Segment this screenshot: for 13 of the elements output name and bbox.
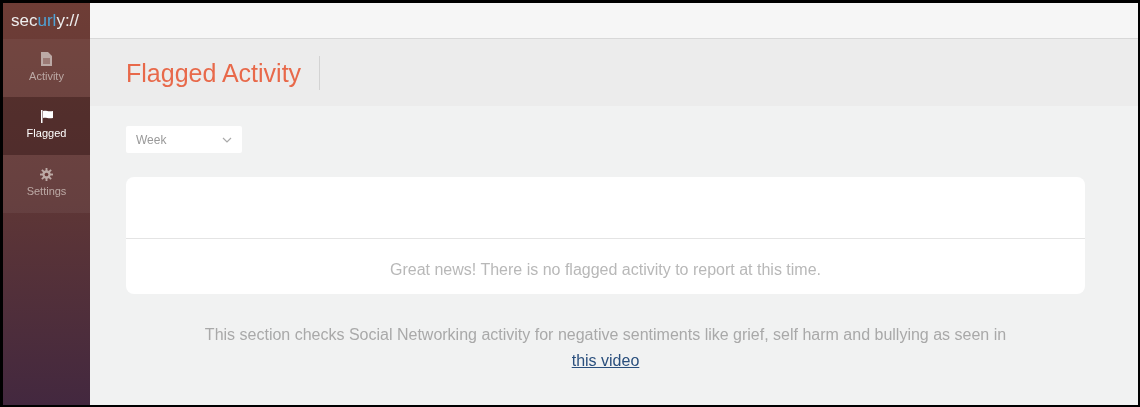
- flag-icon: [39, 110, 54, 124]
- empty-message: Great news! There is no flagged activity to report at this time.: [389, 260, 822, 280]
- sidebar-item[interactable]: Activity: [3, 39, 90, 97]
- video-link[interactable]: this video: [571, 352, 640, 369]
- sidebar-item[interactable]: Settings: [3, 155, 90, 213]
- chevron-down-icon: [222, 136, 232, 143]
- info-text: This section checks Social Networking activity for negative sentiments like grief, self harm and bullying as seen in this video: [203, 325, 1008, 371]
- period-dropdown[interactable]: Week: [126, 126, 242, 153]
- sidebar-item[interactable]: Flagged: [3, 97, 90, 155]
- page-title: Flagged Activity: [126, 55, 321, 90]
- settings-icon: [40, 168, 53, 182]
- document-icon: [41, 51, 52, 66]
- logo: securly://: [10, 10, 81, 32]
